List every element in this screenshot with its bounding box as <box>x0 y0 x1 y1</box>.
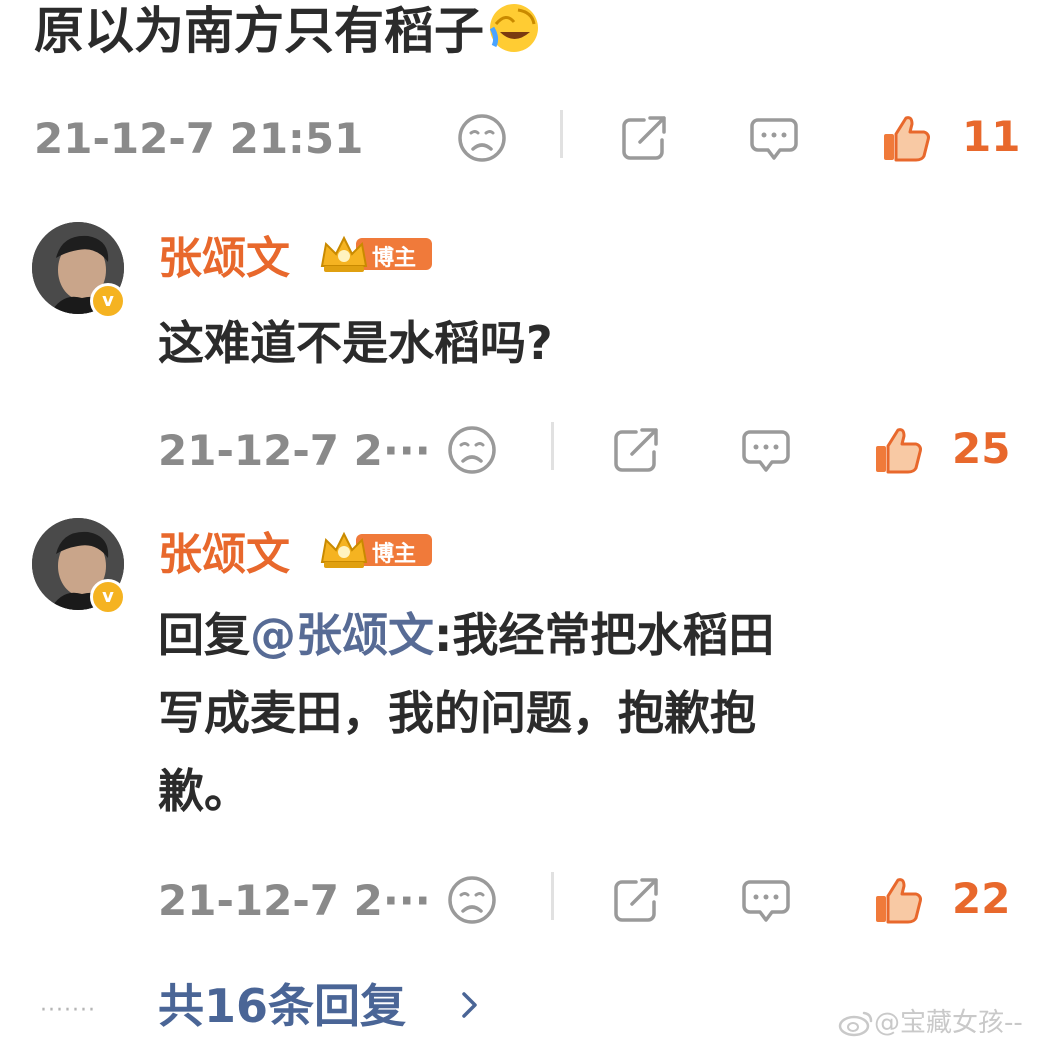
mention-link[interactable]: @张颂文 <box>250 608 434 662</box>
share-icon[interactable] <box>618 112 670 164</box>
blogger-badge-label: 博主 <box>372 542 417 567</box>
comment-icon[interactable] <box>748 112 800 164</box>
view-all-replies-link[interactable]: 共16条回复 <box>158 970 406 1036</box>
blogger-badge: 博主 <box>318 232 432 276</box>
chevron-right-icon[interactable] <box>456 990 482 1020</box>
reply-text-line: 歉。 <box>158 764 250 818</box>
thread-line-dots: ······· <box>40 998 96 1023</box>
post-action-row: 21-12-7 21:51 11 <box>0 106 1053 166</box>
sad-face-icon[interactable] <box>446 424 498 476</box>
post-like-count: 11 <box>962 112 1021 161</box>
action-divider <box>551 872 554 920</box>
comment-icon[interactable] <box>740 424 792 476</box>
blogger-badge-label: 博主 <box>372 246 417 271</box>
sad-face-icon[interactable] <box>446 874 498 926</box>
post-text-content: 原以为南方只有稻子 <box>34 2 484 60</box>
reply-text-content: :我经常把水稻田 <box>434 608 775 662</box>
thumbs-up-icon[interactable] <box>872 874 924 926</box>
reply-text: 这难道不是水稻吗? <box>158 316 553 370</box>
reply-action-row: 21-12-7 2··· 22 <box>0 868 1053 928</box>
face-with-tears-of-joy-icon <box>488 2 540 68</box>
reply-like-count: 22 <box>952 874 1011 923</box>
post-text: 原以为南方只有稻子 <box>34 0 540 68</box>
reply-like-count: 25 <box>952 424 1011 473</box>
reply-prefix: 回复 <box>158 608 250 662</box>
reply-author-name[interactable]: 张颂文 <box>158 518 290 582</box>
blogger-badge: 博主 <box>318 528 432 572</box>
weibo-logo-icon <box>838 1011 873 1037</box>
sad-face-icon[interactable] <box>456 112 508 164</box>
reply-text: 回复@张颂文:我经常把水稻田 写成麦田，我的问题，抱歉抱 歉。 <box>158 596 774 830</box>
watermark-text: @宝藏女孩-- <box>874 1008 1023 1038</box>
watermark: @宝藏女孩-- <box>838 1002 1023 1039</box>
action-divider <box>551 422 554 470</box>
reply-text-line: 写成麦田，我的问题，抱歉抱 <box>158 686 756 740</box>
reply-text-line: 回复@张颂文:我经常把水稻田 <box>158 596 774 674</box>
thumbs-up-icon[interactable] <box>880 112 932 164</box>
reply-timestamp: 21-12-7 2··· <box>158 426 431 475</box>
reply-author-name[interactable]: 张颂文 <box>158 222 290 286</box>
reply-action-row: 21-12-7 2··· 25 <box>0 418 1053 478</box>
share-icon[interactable] <box>610 874 662 926</box>
action-divider <box>560 110 563 158</box>
thumbs-up-icon[interactable] <box>872 424 924 476</box>
verified-badge-icon: v <box>90 579 126 615</box>
share-icon[interactable] <box>610 424 662 476</box>
verified-badge-icon: v <box>90 283 126 319</box>
post-timestamp: 21-12-7 21:51 <box>34 114 364 163</box>
comment-icon[interactable] <box>740 874 792 926</box>
reply-timestamp: 21-12-7 2··· <box>158 876 431 925</box>
